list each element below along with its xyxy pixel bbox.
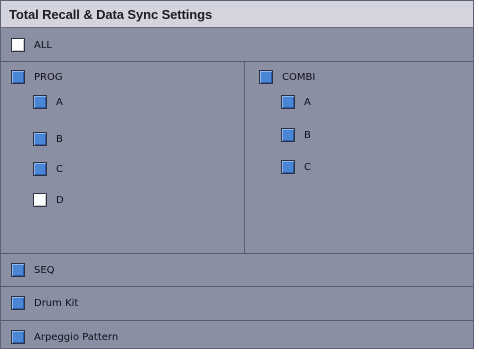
combi-bank-b-label: B xyxy=(304,129,311,141)
seq-checkbox[interactable]: SEQ xyxy=(11,263,55,277)
prog-bank-c-checkbox[interactable]: C xyxy=(33,162,63,176)
prog-bank-b-label: B xyxy=(56,133,63,145)
prog-bank-a-box[interactable] xyxy=(33,95,47,109)
all-checkbox[interactable]: ALL xyxy=(11,38,52,52)
all-label: ALL xyxy=(34,39,52,51)
arpeggio-row: Arpeggio Pattern xyxy=(1,321,473,349)
drum-kit-row: Drum Kit xyxy=(1,287,473,321)
arpeggio-pattern-checkbox[interactable]: Arpeggio Pattern xyxy=(11,330,118,344)
prog-bank-d-box[interactable] xyxy=(33,193,47,207)
prog-bank-b-box[interactable] xyxy=(33,132,47,146)
window-title: Total Recall & Data Sync Settings xyxy=(9,7,213,22)
prog-bank-d-label: D xyxy=(56,194,64,206)
combi-bank-c-box[interactable] xyxy=(281,160,295,174)
drum-kit-checkbox[interactable]: Drum Kit xyxy=(11,296,78,310)
combi-bank-c-checkbox[interactable]: C xyxy=(281,160,311,174)
all-checkbox-box[interactable] xyxy=(11,38,25,52)
prog-checkbox[interactable]: PROG xyxy=(11,70,63,84)
combi-bank-c-label: C xyxy=(304,161,311,173)
prog-bank-b-checkbox[interactable]: B xyxy=(33,132,63,146)
prog-label: PROG xyxy=(34,71,63,83)
prog-bank-d-checkbox[interactable]: D xyxy=(33,193,64,207)
prog-bank-c-box[interactable] xyxy=(33,162,47,176)
all-row: ALL xyxy=(1,28,473,62)
combi-bank-b-box[interactable] xyxy=(281,128,295,142)
drum-kit-checkbox-box[interactable] xyxy=(11,296,25,310)
prog-bank-c-label: C xyxy=(56,163,63,175)
seq-row: SEQ xyxy=(1,254,473,287)
combi-label: COMBI xyxy=(282,71,316,83)
prog-combi-section: PROG A B C D COMBI A B C xyxy=(1,62,473,254)
combi-checkbox[interactable]: COMBI xyxy=(259,70,315,84)
arpeggio-pattern-checkbox-box[interactable] xyxy=(11,330,25,344)
arpeggio-pattern-label: Arpeggio Pattern xyxy=(34,331,119,343)
prog-checkbox-box[interactable] xyxy=(11,70,25,84)
combi-checkbox-box[interactable] xyxy=(259,70,273,84)
title-bar: Total Recall & Data Sync Settings xyxy=(1,1,473,28)
seq-checkbox-box[interactable] xyxy=(11,263,25,277)
drum-kit-label: Drum Kit xyxy=(34,297,79,309)
column-divider xyxy=(244,62,245,253)
seq-label: SEQ xyxy=(34,264,55,276)
combi-bank-a-box[interactable] xyxy=(281,95,295,109)
combi-bank-a-label: A xyxy=(304,96,311,108)
combi-bank-a-checkbox[interactable]: A xyxy=(281,95,311,109)
settings-panel: Total Recall & Data Sync Settings ALL PR… xyxy=(0,0,474,349)
prog-bank-a-checkbox[interactable]: A xyxy=(33,95,63,109)
combi-bank-b-checkbox[interactable]: B xyxy=(281,128,311,142)
prog-bank-a-label: A xyxy=(56,96,63,108)
